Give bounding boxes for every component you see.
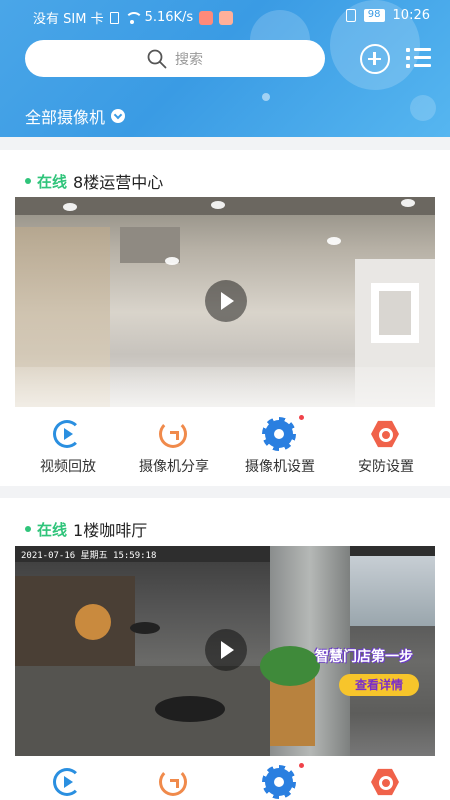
camera-name: 8楼运营中心 xyxy=(73,173,164,192)
add-camera-button[interactable] xyxy=(360,44,390,74)
camera-card: 在线 1楼咖啡厅 2021-07-16 星期五 15:59:18 智慧门店第一步… xyxy=(0,498,450,800)
table xyxy=(130,622,160,634)
camera-preview[interactable]: 2021-07-16 星期五 15:59:18 智慧门店第一步 查看详情 xyxy=(15,546,435,756)
carrier-text: 没有 SIM 卡 xyxy=(33,12,104,27)
table xyxy=(155,696,225,722)
share-camera-button[interactable]: 摄像机分享 xyxy=(121,420,227,480)
camera-card: 在线 8楼运营中心 视频回放 摄像机分享 摄像机设置 安防设置 xyxy=(0,150,450,486)
security-icon xyxy=(371,768,399,796)
header: 没有 SIM 卡 5.16K/s 98 10:26 搜索 全部摄像机 xyxy=(0,0,450,137)
wifi-icon xyxy=(124,11,143,24)
playback-icon xyxy=(53,768,81,796)
app-notification-icon xyxy=(219,10,234,25)
search-icon xyxy=(147,49,167,68)
promo-banner[interactable]: 智慧门店第一步 查看详情 xyxy=(315,646,433,704)
promo-details-button[interactable]: 查看详情 xyxy=(339,674,419,696)
clock: 10:26 xyxy=(392,8,430,23)
bokeh-decoration xyxy=(410,95,436,121)
camera-filter-dropdown[interactable]: 全部摄像机 xyxy=(25,104,126,128)
promo-title: 智慧门店第一步 xyxy=(315,649,413,665)
sim-icon xyxy=(109,11,119,24)
battery-icon: 98 xyxy=(363,9,385,22)
online-status-dot xyxy=(25,526,31,532)
play-button[interactable] xyxy=(205,280,247,322)
search-bar[interactable]: 搜索 xyxy=(25,40,325,77)
video-timestamp: 2021-07-16 星期五 15:59:18 xyxy=(21,551,157,561)
camera-preview[interactable] xyxy=(15,197,435,407)
camera-actions: 视频回放 摄像机分享 摄像机设置 安防设置 xyxy=(0,415,450,480)
camera-actions xyxy=(0,763,450,800)
notification-dot xyxy=(299,763,304,768)
security-settings-button[interactable] xyxy=(333,768,439,800)
camera-settings-label: 摄像机设置 xyxy=(245,459,315,475)
online-status-dot xyxy=(25,178,31,184)
status-bar: 没有 SIM 卡 5.16K/s 98 10:26 xyxy=(0,0,450,32)
vibrate-icon xyxy=(345,9,356,22)
ceiling-light xyxy=(211,201,225,209)
floor xyxy=(15,666,270,756)
share-label: 摄像机分享 xyxy=(139,459,209,475)
chevron-down-icon xyxy=(111,109,126,123)
ceiling-light xyxy=(165,257,179,265)
wall-logo xyxy=(75,604,111,640)
camera-card-header: 在线 1楼咖啡厅 xyxy=(25,517,147,541)
play-button[interactable] xyxy=(205,629,247,671)
window xyxy=(350,556,435,626)
playback-icon xyxy=(53,420,81,448)
gear-icon xyxy=(262,765,296,799)
playback-button[interactable]: 视频回放 xyxy=(15,420,121,480)
online-status: 在线 xyxy=(37,520,68,539)
network-speed: 5.16K/s xyxy=(144,10,194,25)
online-status: 在线 xyxy=(37,172,68,191)
security-settings-button[interactable]: 安防设置 xyxy=(333,420,439,480)
ceiling-light xyxy=(401,199,415,207)
app-notification-icon xyxy=(199,10,214,25)
plant xyxy=(260,646,320,686)
ceiling-light xyxy=(327,237,341,245)
playback-button[interactable] xyxy=(15,768,121,800)
gear-icon xyxy=(262,417,296,451)
ceiling-light xyxy=(63,203,77,211)
security-icon xyxy=(371,420,399,448)
floor xyxy=(15,367,435,407)
camera-settings-button[interactable]: 摄像机设置 xyxy=(227,415,333,480)
sign-board xyxy=(371,283,419,343)
camera-name: 1楼咖啡厅 xyxy=(73,521,148,540)
notification-dot xyxy=(299,415,304,420)
filter-label: 全部摄像机 xyxy=(25,108,106,127)
share-camera-button[interactable] xyxy=(121,768,227,800)
security-settings-label: 安防设置 xyxy=(358,459,414,475)
share-icon xyxy=(159,420,187,448)
ceiling xyxy=(15,197,435,215)
list-menu-button[interactable] xyxy=(406,44,436,74)
bokeh-decoration xyxy=(262,93,270,101)
share-icon xyxy=(159,768,187,796)
camera-card-header: 在线 8楼运营中心 xyxy=(25,169,163,193)
playback-label: 视频回放 xyxy=(40,459,96,475)
search-placeholder: 搜索 xyxy=(175,51,203,68)
camera-settings-button[interactable] xyxy=(227,763,333,800)
